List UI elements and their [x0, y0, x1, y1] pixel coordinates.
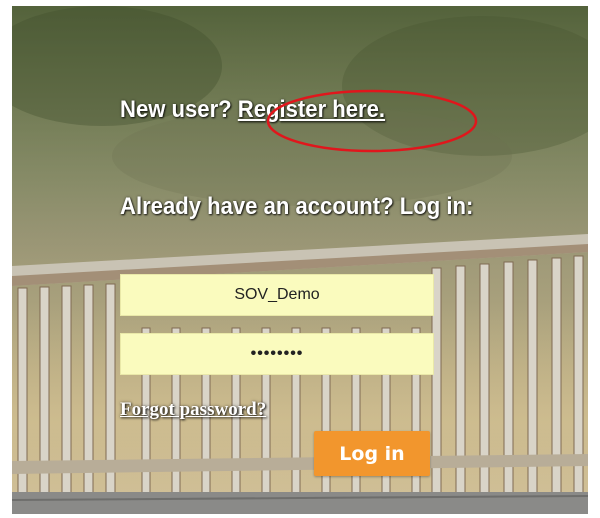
background-photo	[12, 6, 588, 514]
login-heading: Already have an account? Log in:	[120, 193, 474, 220]
new-user-label: New user?	[120, 96, 232, 123]
highlight-circle	[266, 89, 478, 153]
login-button[interactable]: Log in	[314, 431, 430, 476]
username-field[interactable]	[120, 274, 434, 316]
password-field[interactable]	[120, 333, 434, 375]
forgot-password-link[interactable]: Forgot password?	[120, 399, 266, 421]
bridge-railing-scene	[12, 6, 588, 514]
